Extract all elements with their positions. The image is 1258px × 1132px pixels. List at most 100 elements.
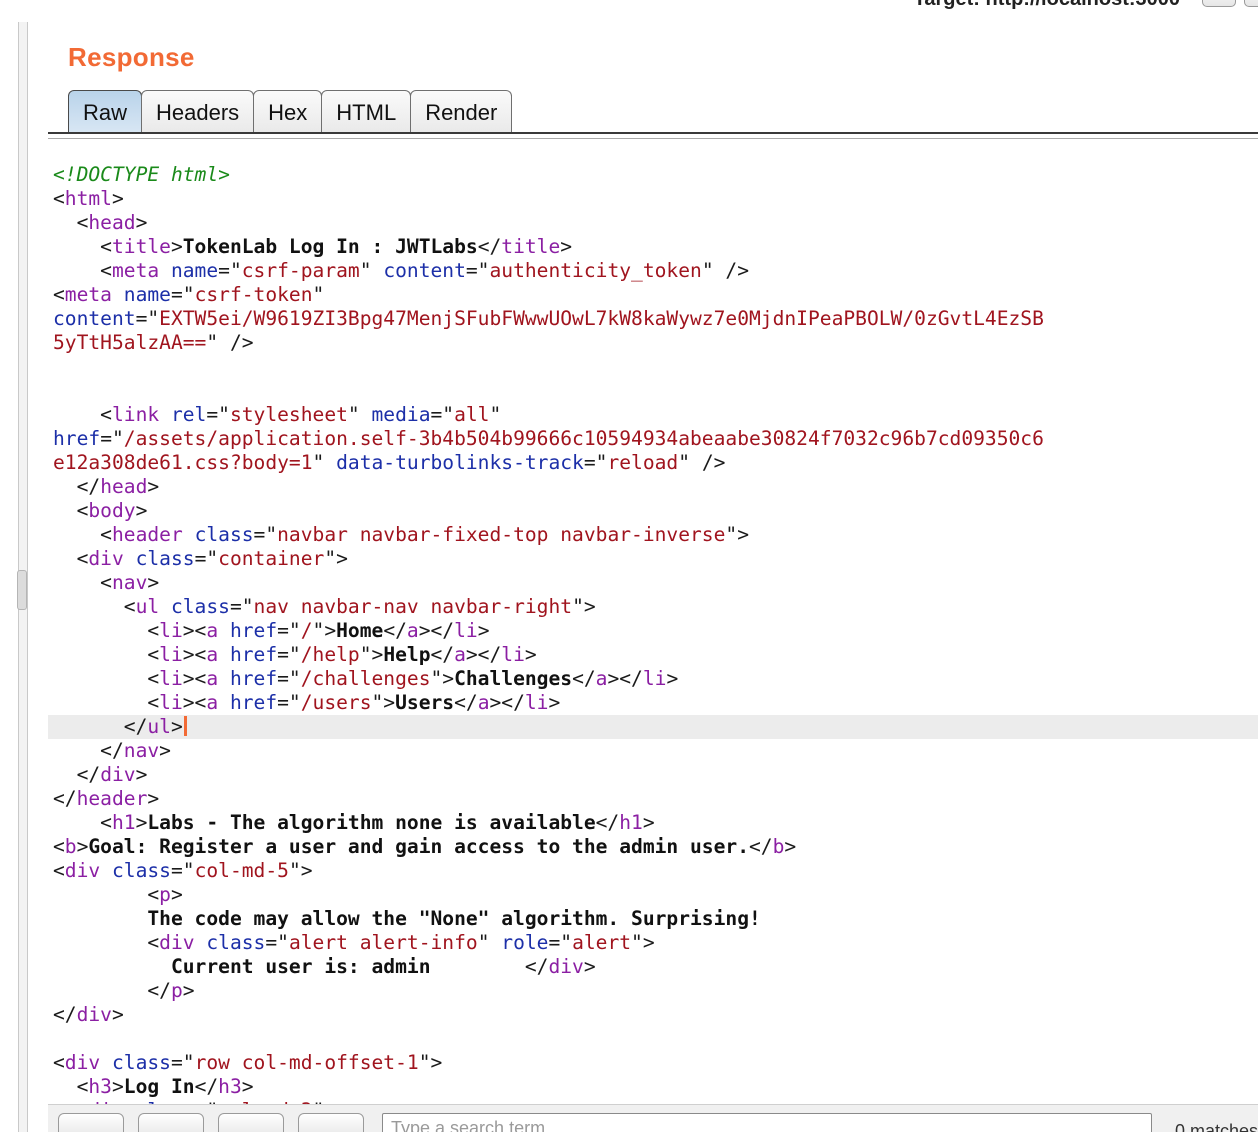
code-line[interactable]: <html> bbox=[48, 187, 1258, 211]
code-line[interactable]: 5yTtH5alzAA==" /> bbox=[48, 331, 1258, 355]
punctuation: =" bbox=[170, 859, 195, 882]
code-line[interactable] bbox=[48, 379, 1258, 403]
punctuation: < bbox=[53, 835, 65, 858]
raw-response-editor[interactable]: <!DOCTYPE html> <html> <head> <title>Toke… bbox=[48, 163, 1258, 1108]
punctuation bbox=[159, 595, 171, 618]
tag-name: a bbox=[206, 619, 219, 642]
code-line[interactable]: <header class="navbar navbar-fixed-top n… bbox=[48, 523, 1258, 547]
previous-match-button[interactable] bbox=[138, 1113, 204, 1132]
punctuation: "> bbox=[418, 1051, 443, 1074]
punctuation: > bbox=[135, 763, 148, 786]
tag-name: title bbox=[111, 235, 171, 258]
punctuation: < bbox=[53, 691, 160, 714]
code-line[interactable]: <meta name="csrf-param" content="authent… bbox=[48, 259, 1258, 283]
punctuation: < bbox=[53, 811, 112, 834]
tab-hex[interactable]: Hex bbox=[253, 90, 323, 134]
code-line[interactable]: <li><a href="/help">Help</a></li> bbox=[48, 643, 1258, 667]
code-line[interactable]: content="EXTW5ei/W9619ZI3Bpg47MenjSFubFW… bbox=[48, 307, 1258, 331]
next-match-button[interactable] bbox=[298, 1113, 364, 1132]
search-input[interactable]: Type a search term bbox=[382, 1113, 1152, 1132]
code-line[interactable]: <head> bbox=[48, 211, 1258, 235]
text-content: Help bbox=[383, 643, 431, 666]
code-line[interactable]: <link rel="stylesheet" media="all" bbox=[48, 403, 1258, 427]
code-line[interactable]: </head> bbox=[48, 475, 1258, 499]
code-line[interactable]: <!DOCTYPE html> bbox=[48, 163, 1258, 187]
code-line[interactable]: <li><a href="/challenges">Challenges</a>… bbox=[48, 667, 1258, 691]
code-line[interactable]: <b>Goal: Register a user and gain access… bbox=[48, 835, 1258, 859]
punctuation: ></ bbox=[465, 643, 502, 666]
tag-name: nav bbox=[111, 571, 148, 594]
help-button[interactable] bbox=[58, 1113, 124, 1132]
code-line[interactable]: </p> bbox=[48, 979, 1258, 1003]
code-line[interactable]: <meta name="csrf-token" bbox=[48, 283, 1258, 307]
tab-raw[interactable]: Raw bbox=[68, 90, 143, 134]
punctuation: < bbox=[53, 859, 65, 882]
code-line[interactable]: <h1>Labs - The algorithm none is availab… bbox=[48, 811, 1258, 835]
attr-value: 5yTtH5alzAA== bbox=[53, 331, 207, 354]
tag-name: h3 bbox=[218, 1075, 242, 1098]
tag-name: a bbox=[206, 667, 219, 690]
punctuation: =" bbox=[206, 403, 230, 426]
punctuation: </ bbox=[53, 787, 77, 810]
punctuation: > bbox=[642, 811, 655, 834]
attr-name: content bbox=[383, 259, 466, 282]
code-line[interactable]: <li><a href="/">Home</a></li> bbox=[48, 619, 1258, 643]
code-line[interactable]: </div> bbox=[48, 1003, 1258, 1027]
punctuation bbox=[218, 619, 230, 642]
punctuation: =" bbox=[229, 595, 254, 618]
tag-name: li bbox=[159, 667, 183, 690]
add-match-button[interactable] bbox=[218, 1113, 284, 1132]
tab-html[interactable]: HTML bbox=[321, 90, 412, 134]
tag-name: header bbox=[76, 787, 148, 810]
code-line[interactable]: <title>TokenLab Log In : JWTLabs</title> bbox=[48, 235, 1258, 259]
tag-name: head bbox=[88, 211, 136, 234]
text-content: Log In bbox=[123, 1075, 195, 1098]
tag-name: ul bbox=[147, 715, 171, 738]
attr-value: e12a308de61.css?body=1 bbox=[53, 451, 313, 474]
code-line[interactable]: The code may allow the "None" algorithm.… bbox=[48, 907, 1258, 931]
code-line[interactable]: <div class="alert alert-info" role="aler… bbox=[48, 931, 1258, 955]
attr-name: data-turbolinks-track bbox=[336, 451, 584, 474]
punctuation: > bbox=[666, 667, 679, 690]
code-line[interactable]: </div> bbox=[48, 763, 1258, 787]
code-line[interactable]: </header> bbox=[48, 787, 1258, 811]
tag-name: head bbox=[100, 475, 148, 498]
attr-name: rel bbox=[170, 403, 207, 426]
tag-name: div bbox=[64, 1051, 101, 1074]
code-line[interactable]: </nav> bbox=[48, 739, 1258, 763]
punctuation bbox=[100, 859, 112, 882]
attr-name: class bbox=[135, 547, 195, 570]
code-line[interactable]: <div class="col-md-5"> bbox=[48, 859, 1258, 883]
tab-render[interactable]: Render bbox=[410, 90, 513, 134]
code-line[interactable]: <body> bbox=[48, 499, 1258, 523]
code-line[interactable]: <ul class="nav navbar-nav navbar-right"> bbox=[48, 595, 1258, 619]
code-line[interactable]: <p> bbox=[48, 883, 1258, 907]
tag-name: a bbox=[206, 643, 219, 666]
code-line[interactable]: <div class="container"> bbox=[48, 547, 1258, 571]
code-line[interactable]: </ul> bbox=[48, 715, 1258, 739]
tag-name: p bbox=[170, 979, 183, 1002]
attr-value: csrf-token bbox=[194, 283, 313, 306]
code-line[interactable]: <nav> bbox=[48, 571, 1258, 595]
code-line[interactable] bbox=[48, 1027, 1258, 1051]
code-line[interactable]: Current user is: admin </div> bbox=[48, 955, 1258, 979]
code-line[interactable]: href="/assets/application.self-3b4b504b9… bbox=[48, 427, 1258, 451]
code-line[interactable]: <h3>Log In</h3> bbox=[48, 1075, 1258, 1099]
code-line[interactable]: e12a308de61.css?body=1" data-turbolinks-… bbox=[48, 451, 1258, 475]
code-comment: <!DOCTYPE html> bbox=[53, 163, 230, 186]
punctuation bbox=[112, 283, 124, 306]
tag-name: div bbox=[88, 547, 124, 570]
edit-target-icon[interactable] bbox=[1202, 0, 1236, 7]
splitter-handle[interactable] bbox=[17, 570, 27, 610]
punctuation: < bbox=[53, 523, 112, 546]
punctuation: > bbox=[548, 691, 561, 714]
tag-name: p bbox=[159, 883, 171, 906]
help-icon[interactable] bbox=[1244, 0, 1258, 7]
code-line[interactable]: <li><a href="/users">Users</a></li> bbox=[48, 691, 1258, 715]
code-line[interactable] bbox=[48, 355, 1258, 379]
tag-name: a bbox=[477, 691, 490, 714]
code-line[interactable]: <div class="row col-md-offset-1"> bbox=[48, 1051, 1258, 1075]
attr-name: name bbox=[123, 283, 171, 306]
tab-headers[interactable]: Headers bbox=[141, 90, 255, 134]
tag-name: nav bbox=[123, 739, 160, 762]
